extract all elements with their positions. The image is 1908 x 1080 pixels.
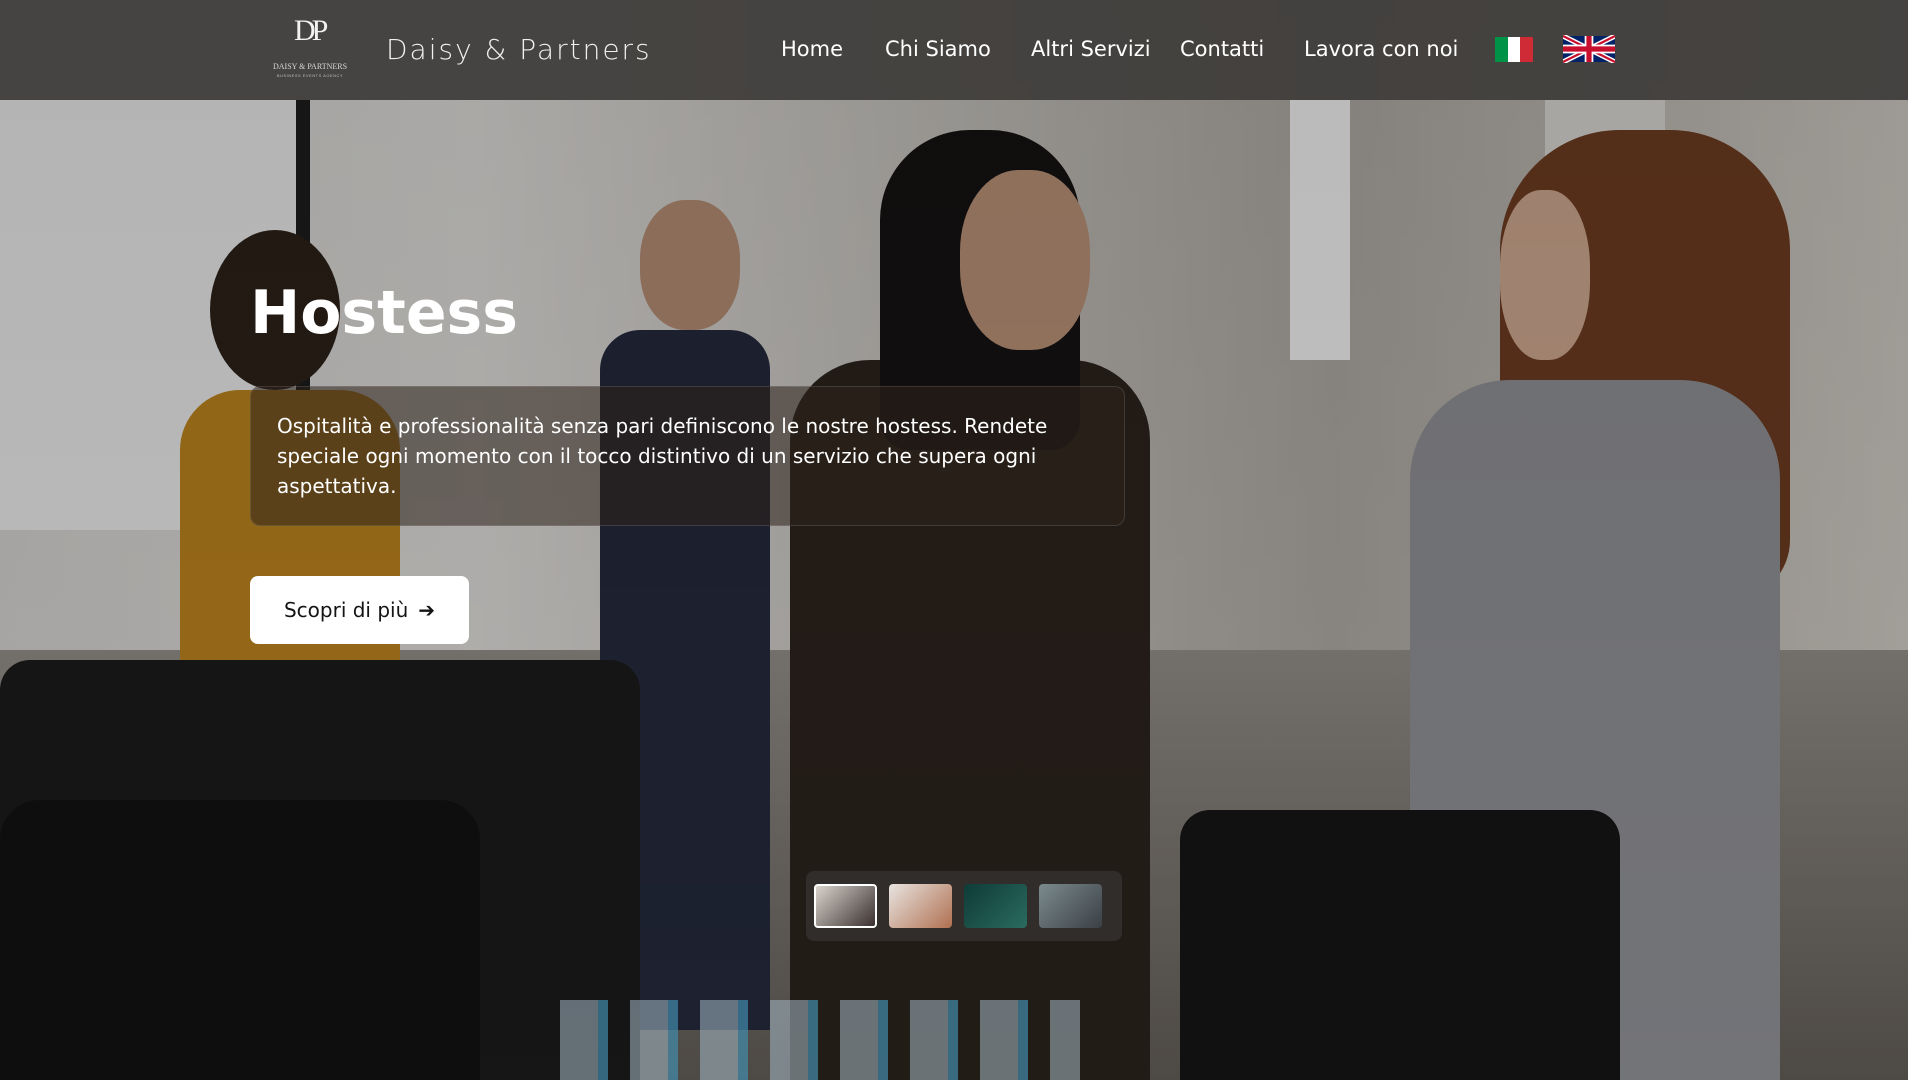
hero-description-box: Ospitalità e professionalità senza pari …	[250, 386, 1125, 526]
logo-monogram: DP	[294, 14, 328, 47]
hero-description: Ospitalità e professionalità senza pari …	[277, 414, 1048, 498]
nav-lavora-con-noi[interactable]: Lavora con noi	[1304, 37, 1458, 61]
slide-thumb-hostess[interactable]	[814, 884, 877, 928]
italy-flag-icon[interactable]	[1495, 37, 1534, 62]
logo[interactable]: DP DAISY & PARTNERS BUSINESS EVENTS AGEN…	[270, 12, 350, 84]
hero-title: Hostess	[250, 278, 518, 348]
uk-flag-icon[interactable]	[1563, 35, 1615, 63]
slider-thumbnails	[806, 871, 1122, 941]
slide-thumb-crowd[interactable]	[1039, 884, 1102, 928]
discover-more-label: Scopri di più	[283, 598, 409, 622]
slide-thumb-mountains[interactable]	[889, 884, 952, 928]
slide-thumb-event-hall[interactable]	[964, 884, 1027, 928]
discover-more-button[interactable]: Scopri di più ➔	[250, 576, 469, 644]
logo-tagline: DAISY & PARTNERS	[272, 62, 348, 71]
arrow-right-icon: ➔	[418, 598, 436, 622]
nav-chi-siamo[interactable]: Chi Siamo	[885, 37, 991, 61]
site-header: DP DAISY & PARTNERS BUSINESS EVENTS AGEN…	[0, 0, 1908, 100]
nav-home[interactable]: Home	[781, 37, 843, 61]
brand-name[interactable]: Daisy & Partners	[386, 33, 652, 66]
logo-subtagline: BUSINESS EVENTS AGENCY	[276, 73, 344, 78]
nav-altri-servizi[interactable]: Altri Servizi	[1031, 37, 1151, 61]
nav-contatti[interactable]: Contatti	[1180, 37, 1264, 61]
